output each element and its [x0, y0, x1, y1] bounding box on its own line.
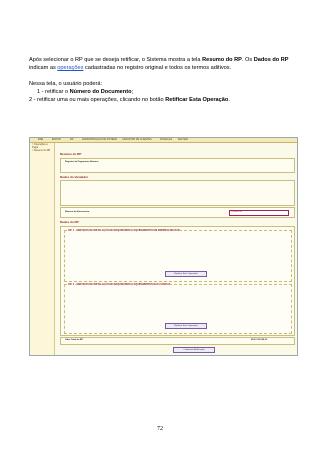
sidebar-item[interactable]: > Resumo do RP	[30, 149, 54, 152]
retify-operation-2-button[interactable]: Retificar Esta Operação	[165, 323, 207, 329]
operacoes-link[interactable]: operações	[57, 65, 83, 71]
option-item-2: 2 - retificar uma ou mais operações, cli…	[29, 97, 230, 104]
intro-bold-resumo: Resumo do RP	[202, 57, 242, 63]
option-text: 1 - retificar o	[37, 89, 70, 95]
menu-item[interactable]: RP	[70, 138, 73, 142]
menu-item[interactable]: FINANÇAS	[160, 138, 172, 142]
sidebar: > Operações a Pagar > Resumo do RP	[30, 143, 55, 355]
intro-text: . Os	[241, 57, 254, 63]
doc-number-value: 123456789	[231, 211, 242, 213]
intro-text: indicam as	[29, 65, 58, 71]
option-bold: Número do Documento	[69, 89, 132, 95]
total-section: Valor Total do RP EUR 124.508,00	[60, 337, 295, 345]
menu-item[interactable]: FECHAR	[178, 138, 188, 142]
option-text: ;	[131, 89, 134, 95]
seller-section	[60, 180, 295, 206]
menu-bar: RDE EDITAR RP ADMINISTRAÇÃO DE SISTEMA C…	[30, 138, 297, 143]
doc-number-section: Número do Documento 123456789	[60, 207, 295, 218]
total-value: EUR 124.508,00	[251, 339, 268, 341]
intro-line-2: indicam as operações cadastradas no regi…	[29, 65, 231, 72]
retify-operation-1-button[interactable]: Retificar Esta Operação	[165, 271, 207, 277]
option-item-1: 1 - retificar o Número do Documento;	[37, 89, 133, 96]
page-number: 72	[157, 426, 163, 432]
intro-line-1: Após selecionar o RP que se deseja retif…	[29, 57, 289, 64]
options-heading: Nessa tela, o usuário poderá:	[29, 81, 103, 87]
menu-item[interactable]: RDE	[38, 138, 43, 142]
doc-number-input[interactable]: 123456789	[229, 210, 289, 216]
operation-2-title: OP: 2 - SERVIÇOS DE INSTALAÇÃO DE MAQUIN…	[68, 283, 171, 286]
doc-number-label: Número do Documento	[65, 211, 90, 213]
total-label: Valor Total do RP	[65, 339, 83, 341]
menu-item[interactable]: EDITAR	[52, 138, 61, 142]
seller-title: Dados do Vendedor	[60, 175, 89, 179]
menu-item[interactable]: CADASTRO DE CLIENTES	[122, 138, 152, 142]
intro-text: cadastradas no registro original e todos…	[83, 65, 232, 71]
rp-data-title: Dados do RP	[60, 220, 79, 224]
option-text: .	[228, 97, 230, 103]
system-screenshot: RDE EDITAR RP ADMINISTRAÇÃO DE SISTEMA C…	[29, 137, 298, 356]
intro-text: Após selecionar o RP que se deseja retif…	[29, 57, 203, 63]
operation-1-title: OP: 1 - SERVIÇOS DE INSTALAÇÃO DE MAQUIN…	[68, 229, 180, 232]
confirm-retification-button[interactable]: Confirmar Retificação	[173, 347, 215, 353]
intro-bold-dados: Dados do RP	[253, 57, 289, 63]
page-title: Resumo do RP	[60, 152, 82, 156]
rp-number-section: Registro de Pagamento Número	[60, 158, 295, 173]
operation-2-group: OP: 2 - SERVIÇOS DE INSTALAÇÃO DE MAQUIN…	[64, 283, 292, 334]
rp-number-label: Registro de Pagamento Número	[65, 161, 99, 163]
option-text: 2 - retificar uma ou mais operações, cli…	[29, 97, 166, 103]
document-page: Após selecionar o RP que se deseja retif…	[0, 0, 320, 453]
option-bold: Retificar Esta Operação	[165, 97, 229, 103]
operation-1-group: OP: 1 - SERVIÇOS DE INSTALAÇÃO DE MAQUIN…	[64, 229, 292, 282]
menu-item[interactable]: ADMINISTRAÇÃO DE SISTEMA	[82, 138, 117, 142]
